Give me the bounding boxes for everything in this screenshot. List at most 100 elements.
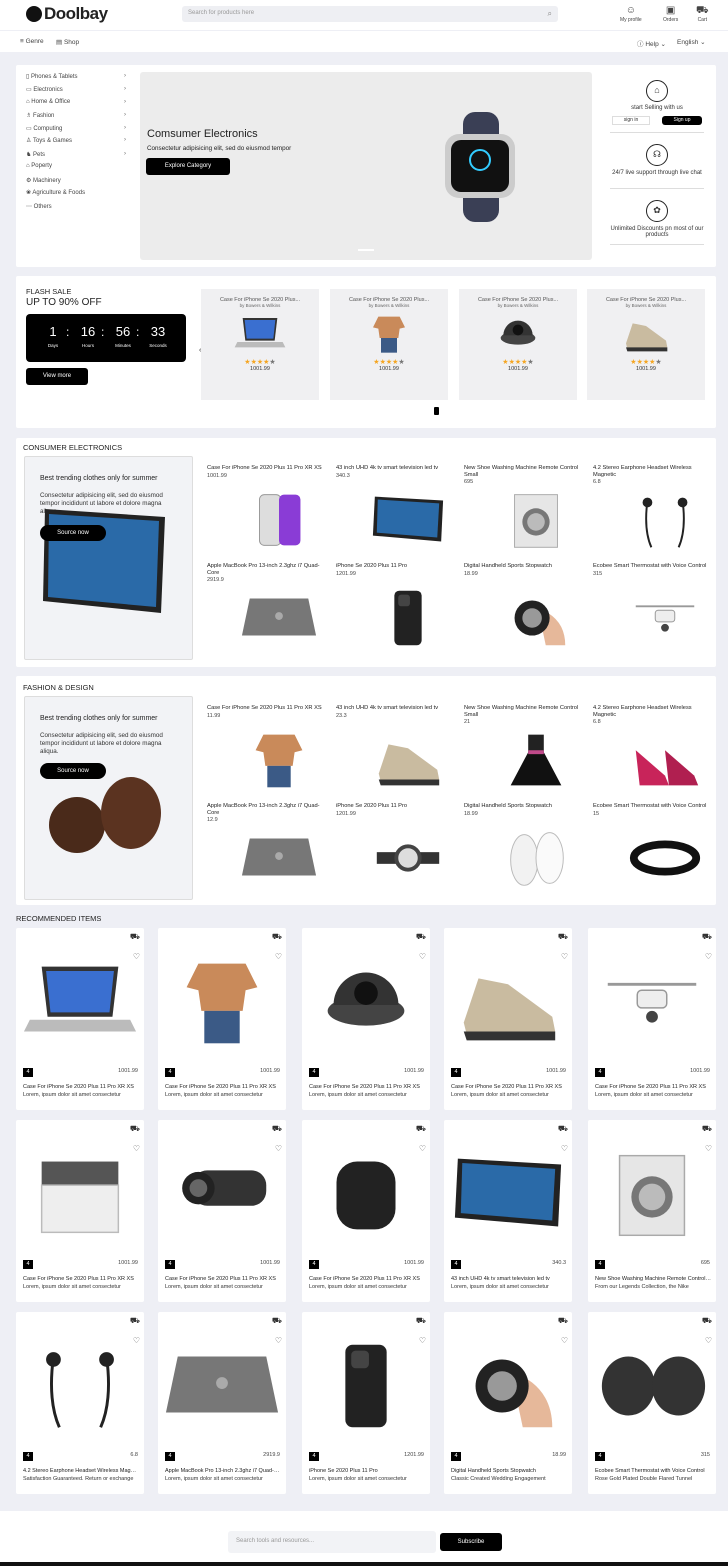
cart-link[interactable]: ⛟ Cart bbox=[696, 5, 709, 23]
rating-stars: ★★★★★ bbox=[502, 359, 534, 366]
genre-label: Genre bbox=[25, 38, 44, 45]
grid-product[interactable]: 43 inch UHD 4k tv smart television led t… bbox=[336, 705, 454, 800]
search-input[interactable]: Search for products here ⌕ bbox=[182, 6, 558, 22]
category-item[interactable]: ❀ Agriculture & Foods bbox=[26, 189, 126, 196]
source-now-button[interactable]: Source now bbox=[40, 525, 106, 541]
add-to-cart-icon[interactable]: ⛟ bbox=[416, 1124, 426, 1134]
recommended-card[interactable]: ⛟ ♡ 4 315 Ecobee Smart Thermostat with V… bbox=[588, 1312, 716, 1494]
add-to-cart-icon[interactable]: ⛟ bbox=[272, 932, 282, 942]
category-label: Electronics bbox=[33, 87, 63, 93]
add-to-cart-icon[interactable]: ⛟ bbox=[702, 1316, 712, 1326]
search-icon[interactable]: ⌕ bbox=[548, 9, 552, 19]
flash-product-card[interactable]: Case For iPhone Se 2020 Plus... by Bower… bbox=[201, 289, 319, 400]
orders-link[interactable]: ▣ Orders bbox=[663, 5, 678, 23]
profile-link[interactable]: ☺ My profile bbox=[620, 5, 642, 23]
recommended-card[interactable]: ⛟ ♡ 4 1001.99 Case For iPhone Se 2020 Pl… bbox=[16, 1120, 144, 1302]
product-description: Lorem, ipsum dolor sit amet consectetur bbox=[309, 1476, 407, 1482]
grid-product[interactable]: iPhone Se 2020 Plus 11 Pro 1201.99 bbox=[336, 563, 454, 658]
grid-product[interactable]: Case For iPhone Se 2020 Plus 11 Pro XR X… bbox=[207, 705, 325, 800]
help-menu[interactable]: ⓘ Help ⌄ bbox=[637, 38, 666, 48]
brand-logo[interactable]: Doolbay bbox=[26, 4, 108, 24]
grid-product[interactable]: iPhone Se 2020 Plus 11 Pro 1201.99 bbox=[336, 803, 454, 898]
grid-product[interactable]: 4.2 Stereo Earphone Headset Wireless Mag… bbox=[593, 705, 711, 800]
add-to-cart-icon[interactable]: ⛟ bbox=[702, 1124, 712, 1134]
product-image bbox=[496, 585, 576, 651]
product-price: 1001.99 bbox=[260, 1260, 280, 1266]
recommended-card[interactable]: ⛟ ♡ 4 6.8 4.2 Stereo Earphone Headset Wi… bbox=[16, 1312, 144, 1494]
recommended-card[interactable]: ⛟ ♡ 4 1001.99 Case For iPhone Se 2020 Pl… bbox=[302, 928, 430, 1110]
grid-product[interactable]: Digital Handheld Sports Stopwatch 18.99 bbox=[464, 563, 582, 658]
category-item[interactable]: ▭ Electronics › bbox=[26, 86, 126, 93]
recommended-card[interactable]: ⛟ ♡ 4 18.99 Digital Handheld Sports Stop… bbox=[444, 1312, 572, 1494]
category-item[interactable]: ♞ Pets › bbox=[26, 151, 126, 158]
grid-product[interactable]: Digital Handheld Sports Stopwatch 18.99 bbox=[464, 803, 582, 898]
flash-sale-label: FLASH SALE bbox=[26, 287, 72, 296]
category-label: Phones & Tablets bbox=[30, 74, 78, 80]
grid-product[interactable]: New Shoe Washing Machine Remote Control … bbox=[464, 465, 582, 560]
category-item[interactable]: ▭ Computing › bbox=[26, 125, 126, 132]
recommended-card[interactable]: ⛟ ♡ 4 1201.99 iPhone Se 2020 Plus 11 Pro… bbox=[302, 1312, 430, 1494]
recommended-card[interactable]: ⛟ ♡ 4 340.3 43 inch UHD 4k tv smart tele… bbox=[444, 1120, 572, 1302]
shop-menu[interactable]: ▤ Shop bbox=[56, 38, 79, 46]
recommended-card[interactable]: ⛟ ♡ 4 1001.99 Case For iPhone Se 2020 Pl… bbox=[588, 928, 716, 1110]
category-label: Poperty bbox=[31, 163, 52, 169]
subscribe-input[interactable]: Search tools and resources... bbox=[228, 1531, 436, 1553]
product-price: 1001.99 bbox=[404, 1068, 424, 1074]
grid-product[interactable]: Case For iPhone Se 2020 Plus 11 Pro XR X… bbox=[207, 465, 325, 560]
chevron-right-icon: › bbox=[124, 137, 126, 143]
category-item[interactable]: ♙ Toys & Games › bbox=[26, 137, 126, 144]
recommended-card[interactable]: ⛟ ♡ 4 1001.99 Case For iPhone Se 2020 Pl… bbox=[444, 928, 572, 1110]
add-to-cart-icon[interactable]: ⛟ bbox=[130, 932, 140, 942]
add-to-cart-icon[interactable]: ⛟ bbox=[558, 932, 568, 942]
add-to-cart-icon[interactable]: ⛟ bbox=[272, 1124, 282, 1134]
grid-product[interactable]: Apple MacBook Pro 13-inch 2.3ghz i7 Quad… bbox=[207, 563, 325, 658]
flash-product-card[interactable]: Case For iPhone Se 2020 Plus... by Bower… bbox=[587, 289, 705, 400]
recommended-card[interactable]: ⛟ ♡ 4 1001.99 Case For iPhone Se 2020 Pl… bbox=[158, 1120, 286, 1302]
signup-button[interactable]: Sign up bbox=[662, 116, 702, 125]
recommended-card[interactable]: ⛟ ♡ 4 695 New Shoe Washing Machine Remot… bbox=[588, 1120, 716, 1302]
grid-product[interactable]: Ecobee Smart Thermostat with Voice Contr… bbox=[593, 563, 711, 658]
recommended-card[interactable]: ⛟ ♡ 4 2919.9 Apple MacBook Pro 13-inch 2… bbox=[158, 1312, 286, 1494]
subscribe-button[interactable]: Subscribe bbox=[440, 1533, 502, 1551]
profile-label: My profile bbox=[620, 17, 642, 23]
product-price: 695 bbox=[464, 479, 474, 485]
add-to-cart-icon[interactable]: ⛟ bbox=[130, 1124, 140, 1134]
flash-product-card[interactable]: Case For iPhone Se 2020 Plus... by Bower… bbox=[459, 289, 577, 400]
signin-button[interactable]: sign in bbox=[612, 116, 650, 125]
category-item[interactable]: ▯ Phones & Tablets › bbox=[26, 73, 126, 80]
category-item[interactable]: ♗ Fashion › bbox=[26, 112, 126, 119]
language-select[interactable]: English ⌄ bbox=[677, 38, 706, 46]
grid-product[interactable]: 4.2 Stereo Earphone Headset Wireless Mag… bbox=[593, 465, 711, 560]
days-value: 1 bbox=[49, 324, 57, 339]
flash-product-card[interactable]: Case For iPhone Se 2020 Plus... by Bower… bbox=[330, 289, 448, 400]
add-to-cart-icon[interactable]: ⛟ bbox=[130, 1316, 140, 1326]
hours-label: Hours bbox=[81, 343, 94, 348]
product-price: 315 bbox=[593, 570, 603, 577]
add-to-cart-icon[interactable]: ⛟ bbox=[416, 932, 426, 942]
recommended-card[interactable]: ⛟ ♡ 4 1001.99 Case For iPhone Se 2020 Pl… bbox=[302, 1120, 430, 1302]
product-price: 1001.99 bbox=[260, 1068, 280, 1074]
view-more-button[interactable]: View more bbox=[26, 368, 88, 385]
add-to-cart-icon[interactable]: ⛟ bbox=[702, 932, 712, 942]
genre-menu[interactable]: ≡ Genre bbox=[20, 38, 44, 45]
grid-product[interactable]: 43 inch UHD 4k tv smart television led t… bbox=[336, 465, 454, 560]
grid-product[interactable]: New Shoe Washing Machine Remote Control … bbox=[464, 705, 582, 800]
add-to-cart-icon[interactable]: ⛟ bbox=[416, 1316, 426, 1326]
product-name: New Shoe Washing Machine Remote Control … bbox=[595, 1276, 711, 1282]
recommended-card[interactable]: ⛟ ♡ 4 1001.99 Case For iPhone Se 2020 Pl… bbox=[158, 928, 286, 1110]
category-item[interactable]: ⌂ Poperty bbox=[26, 163, 126, 169]
carousel-indicator[interactable] bbox=[358, 249, 374, 251]
category-item[interactable]: ⌂ Home & Office › bbox=[26, 99, 126, 105]
recommended-card[interactable]: ⛟ ♡ 4 1001.99 Case For iPhone Se 2020 Pl… bbox=[16, 928, 144, 1110]
category-item[interactable]: ⋯ Others bbox=[26, 203, 126, 210]
add-to-cart-icon[interactable]: ⛟ bbox=[558, 1316, 568, 1326]
grid-product[interactable]: Ecobee Smart Thermostat with Voice Contr… bbox=[593, 803, 711, 898]
add-to-cart-icon[interactable]: ⛟ bbox=[558, 1124, 568, 1134]
explore-category-button[interactable]: Explore Category bbox=[146, 158, 230, 175]
category-label: Agriculture & Foods bbox=[32, 190, 86, 196]
grid-product[interactable]: Apple MacBook Pro 13-inch 2.3ghz i7 Quad… bbox=[207, 803, 325, 898]
product-description: Lorem, ipsum dolor sit amet consectetur bbox=[23, 1092, 121, 1098]
pager-dot[interactable] bbox=[434, 407, 439, 415]
category-item[interactable]: ⚙ Machinery bbox=[26, 177, 126, 184]
add-to-cart-icon[interactable]: ⛟ bbox=[272, 1316, 282, 1326]
